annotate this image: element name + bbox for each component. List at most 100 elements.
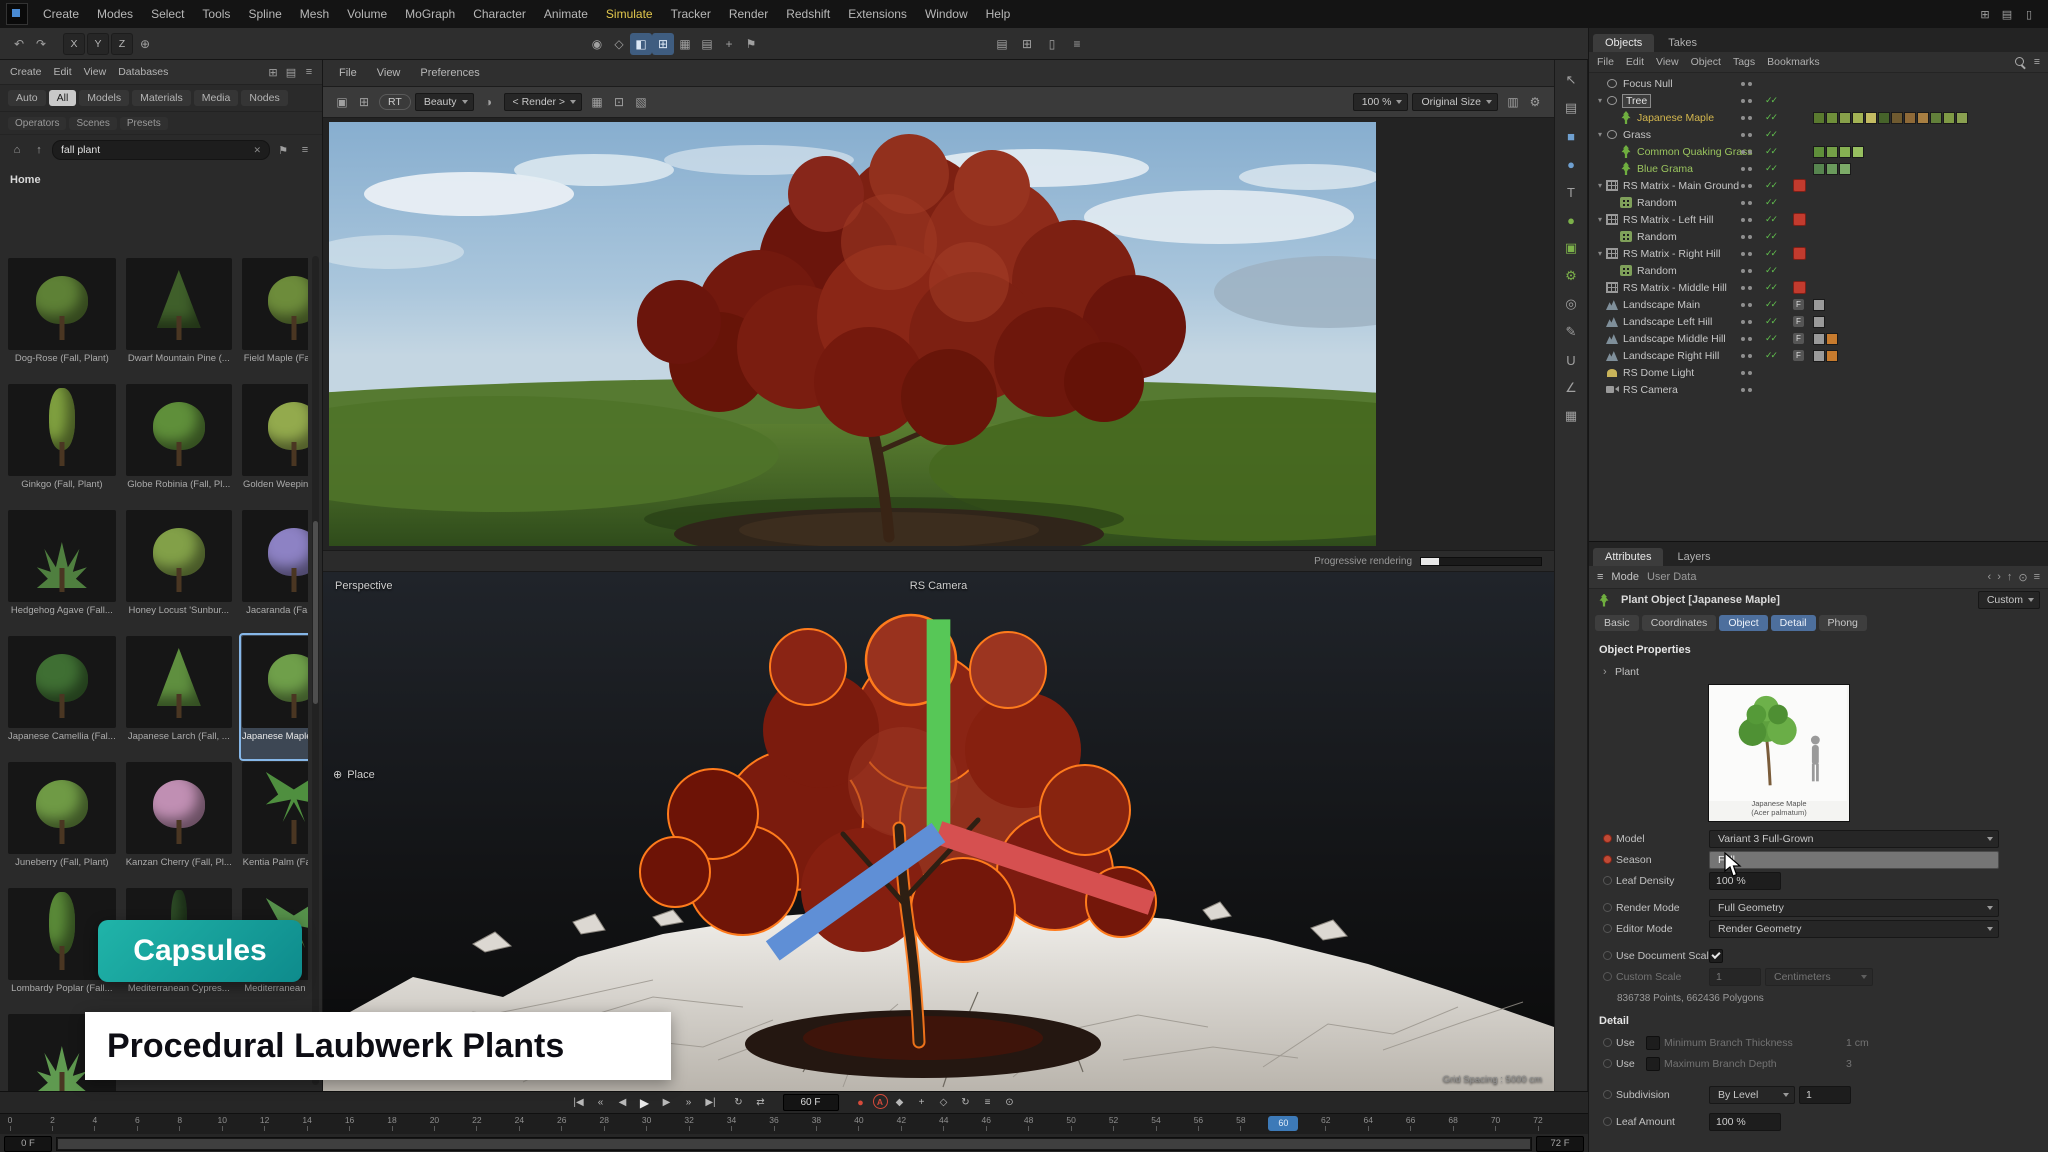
asset-item[interactable]: Golden Weeping Willo... [240, 382, 308, 508]
object-row[interactable]: RS Matrix - Middle Hill ✓✓ [1589, 279, 2048, 296]
search-input[interactable]: fall plant ✕ [52, 140, 270, 160]
keyframe-dot-icon[interactable] [1603, 1038, 1612, 1047]
leaf-amount-field[interactable]: 100 % [1709, 1113, 1781, 1131]
editor-mode-dropdown[interactable]: Render Geometry [1709, 920, 1999, 938]
lock-icon[interactable]: ⊙ [2018, 571, 2027, 584]
plant-preview[interactable]: Japanese Maple (Acer palmatum) [1708, 684, 1850, 822]
season-dropdown[interactable]: Fall [1709, 851, 1999, 869]
copy-image-icon[interactable]: ⊞ [353, 91, 375, 113]
color-circle-icon[interactable]: ◑ [478, 91, 500, 113]
z-axis-lock[interactable]: Z [111, 33, 133, 55]
menu-item[interactable]: Mesh [291, 0, 338, 28]
axis-mode-icon[interactable]: + [718, 33, 740, 55]
menu-item[interactable]: Redshift [777, 0, 839, 28]
grid-view-icon[interactable]: ⊞ [264, 63, 282, 81]
keyframe-button[interactable]: ◆ [890, 1094, 910, 1111]
asset-item[interactable]: Japanese Camellia (Fal... [6, 634, 118, 760]
scale-key-button[interactable]: ◇ [934, 1094, 954, 1111]
enabled-check-icon[interactable]: ✓✓ [1765, 333, 1776, 344]
asset-item[interactable]: Honey Locust 'Sunbur... [124, 508, 234, 634]
menu-item[interactable]: Extensions [839, 0, 916, 28]
object-row[interactable]: ▾ RS Matrix - Left Hill ✓✓ [1589, 211, 2048, 228]
text-tool-icon[interactable]: T [1558, 180, 1584, 204]
layout-3-icon[interactable]: ▯ [1041, 33, 1063, 55]
object-menu-item[interactable]: Edit [1626, 56, 1644, 68]
menu-item[interactable]: Tools [193, 0, 239, 28]
filter-chip[interactable]: Media [194, 90, 239, 106]
quantize-icon[interactable]: ⊞ [652, 33, 674, 55]
keyframe-dot-icon[interactable] [1603, 855, 1612, 864]
keyframe-dot-icon[interactable] [1603, 1117, 1612, 1126]
object-tag[interactable]: F [1793, 333, 1804, 344]
unit-dropdown[interactable]: Centimeters [1765, 968, 1873, 986]
custom-dropdown[interactable]: Custom [1978, 591, 2040, 609]
keyframe-dot-icon[interactable] [1603, 834, 1612, 843]
keyframe-dot-icon[interactable] [1603, 1059, 1612, 1068]
film-tool-icon[interactable]: ▦ [1558, 404, 1584, 428]
attribute-tab[interactable]: Detail [1771, 615, 1816, 631]
enabled-check-icon[interactable]: ✓✓ [1765, 180, 1776, 191]
use-max-branch-checkbox[interactable] [1646, 1057, 1660, 1071]
asset-item[interactable]: Globe Robinia (Fall, Pl... [124, 382, 234, 508]
keyframe-dot-icon[interactable] [1603, 951, 1612, 960]
hamburger-icon[interactable]: ≡ [1597, 571, 1603, 583]
enabled-check-icon[interactable]: ✓✓ [1765, 299, 1776, 310]
object-row[interactable]: RS Dome Light ✓✓ [1589, 364, 2048, 381]
spline-pen-icon[interactable]: ✎ [1558, 320, 1584, 344]
panel-tab[interactable]: Takes [1656, 34, 1709, 52]
jump-end-button[interactable]: ▶| [701, 1094, 721, 1111]
app-logo-icon[interactable] [6, 3, 28, 25]
subfilter-chip[interactable]: Scenes [69, 117, 116, 130]
breadcrumb[interactable]: Home [0, 165, 322, 188]
rt-toggle-button[interactable]: RT [379, 94, 411, 110]
enabled-check-icon[interactable]: ✓✓ [1765, 95, 1776, 106]
menu-item[interactable]: Modes [88, 0, 142, 28]
min-branch-value[interactable]: 1 cm [1846, 1037, 1869, 1049]
object-row[interactable]: Random ✓✓ [1589, 262, 2048, 279]
object-tag[interactable]: F [1793, 299, 1804, 310]
asset-item[interactable]: Field Maple (Fall, Plant) [240, 256, 308, 382]
object-tag[interactable] [1793, 281, 1806, 294]
coord-system-icon[interactable]: ⊕ [134, 33, 156, 55]
use-min-branch-checkbox[interactable] [1646, 1036, 1660, 1050]
histogram-icon[interactable]: ▧ [630, 91, 652, 113]
use-document-scale-checkbox[interactable] [1709, 949, 1723, 963]
current-frame-field[interactable]: 60 F [783, 1094, 839, 1111]
asset-item[interactable]: Hedgehog Agave (Fall... [6, 508, 118, 634]
user-data-label[interactable]: User Data [1647, 571, 1697, 583]
visibility-dots[interactable] [1741, 184, 1752, 188]
object-tag[interactable]: F [1793, 350, 1804, 361]
object-row[interactable]: RS Camera ✓✓ [1589, 381, 2048, 398]
object-row[interactable]: Common Quaking Grass ✓✓ [1589, 143, 2048, 160]
render-mode-dropdown[interactable]: Full Geometry [1709, 899, 1999, 917]
undo-icon[interactable]: ↶ [8, 33, 30, 55]
sphere-tool-icon[interactable]: ● [1558, 152, 1584, 176]
max-branch-value[interactable]: 3 [1846, 1058, 1852, 1070]
browser-options-icon[interactable]: ≡ [296, 141, 314, 159]
panel-menu-icon[interactable]: ≡ [2034, 571, 2040, 584]
jump-start-button[interactable]: |◀ [569, 1094, 589, 1111]
asset-item[interactable]: Dwarf Mountain Pine (... [124, 256, 234, 382]
record-button[interactable]: ● [851, 1094, 871, 1111]
expand-arrow-icon[interactable]: ▾ [1595, 96, 1605, 105]
visibility-dots[interactable] [1741, 269, 1752, 273]
object-tag[interactable]: F [1793, 316, 1804, 327]
menu-item[interactable]: Simulate [597, 0, 662, 28]
expand-arrow-icon[interactable]: ▾ [1595, 249, 1605, 258]
visibility-dots[interactable] [1741, 201, 1752, 205]
model-dropdown[interactable]: Variant 3 Full-Grown [1709, 830, 1999, 848]
object-row[interactable]: Focus Null ✓✓ [1589, 75, 2048, 92]
visibility-dots[interactable] [1741, 286, 1752, 290]
cube-asset-icon[interactable]: ▣ [1558, 236, 1584, 260]
menu-item[interactable]: Animate [535, 0, 597, 28]
keyframe-dot-icon[interactable] [1603, 924, 1612, 933]
menu-item[interactable]: Volume [338, 0, 396, 28]
menu-item[interactable]: Render [720, 0, 777, 28]
angle-tool-icon[interactable]: ∠ [1558, 376, 1584, 400]
asset-item[interactable]: Japanese Larch (Fall, ... [124, 634, 234, 760]
material-tags[interactable] [1813, 146, 1864, 158]
expand-arrow-icon[interactable]: › [1603, 666, 1611, 678]
y-axis-lock[interactable]: Y [87, 33, 109, 55]
loop-mode-button[interactable]: ↻ [729, 1094, 749, 1111]
object-row[interactable]: ▾ RS Matrix - Right Hill ✓✓ [1589, 245, 2048, 262]
